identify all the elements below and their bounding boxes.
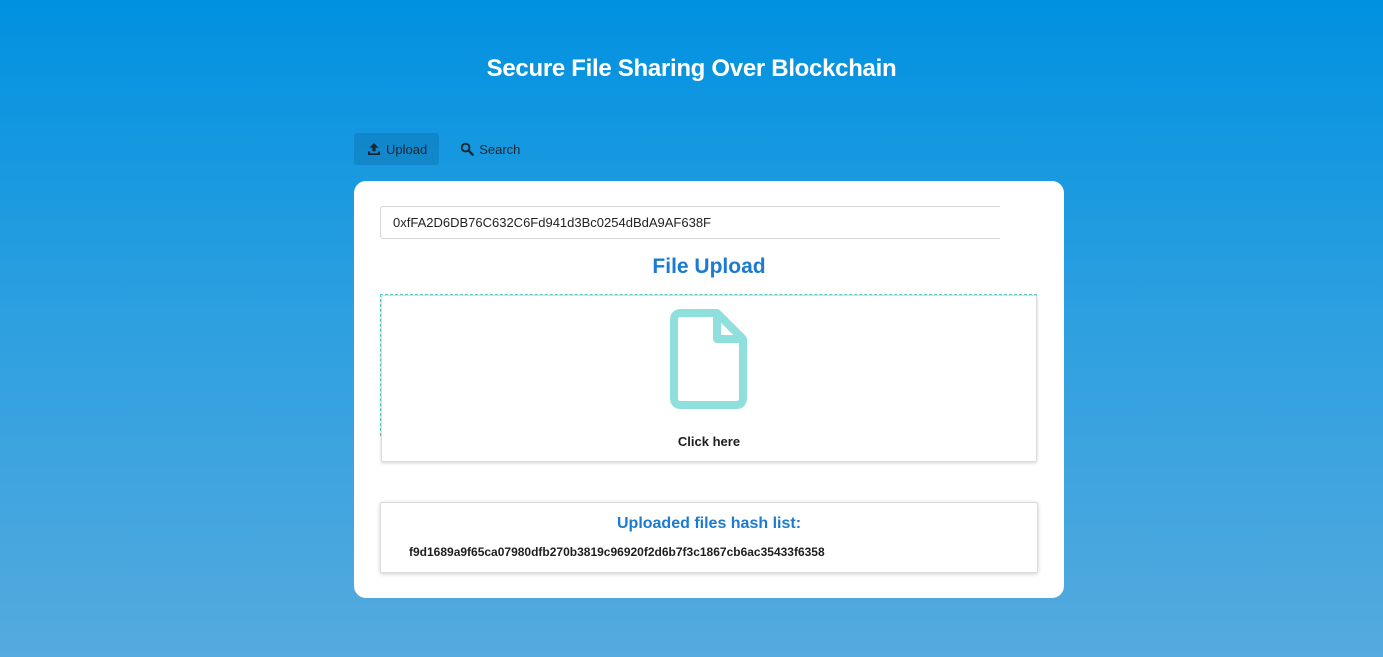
tab-search-label: Search — [479, 141, 521, 157]
hash-list-item: f9d1689a9f65ca07980dfb270b3819c96920f2d6… — [409, 545, 825, 559]
upload-card: File Upload Click here Uploaded files ha… — [354, 181, 1064, 598]
upload-icon — [367, 142, 381, 156]
tab-search[interactable]: Search — [447, 133, 532, 165]
tab-upload-label: Upload — [386, 141, 428, 157]
page-title: Secure File Sharing Over Blockchain — [486, 55, 897, 82]
file-dropzone[interactable]: Click here — [381, 295, 1037, 462]
tab-upload[interactable]: Upload — [354, 133, 440, 165]
account-address-field[interactable] — [380, 206, 1000, 239]
tab-bar: Upload Search — [354, 133, 532, 165]
hash-list-heading: Uploaded files hash list: — [616, 515, 802, 532]
hash-list: f9d1689a9f65ca07980dfb270b3819c96920f2d6… — [409, 545, 825, 559]
dropzone-label: Click here — [677, 434, 741, 449]
hash-list-panel: Uploaded files hash list: f9d1689a9f65ca… — [380, 502, 1038, 573]
search-icon — [460, 142, 475, 156]
file-upload-heading: File Upload — [652, 255, 766, 278]
file-icon — [670, 308, 748, 410]
